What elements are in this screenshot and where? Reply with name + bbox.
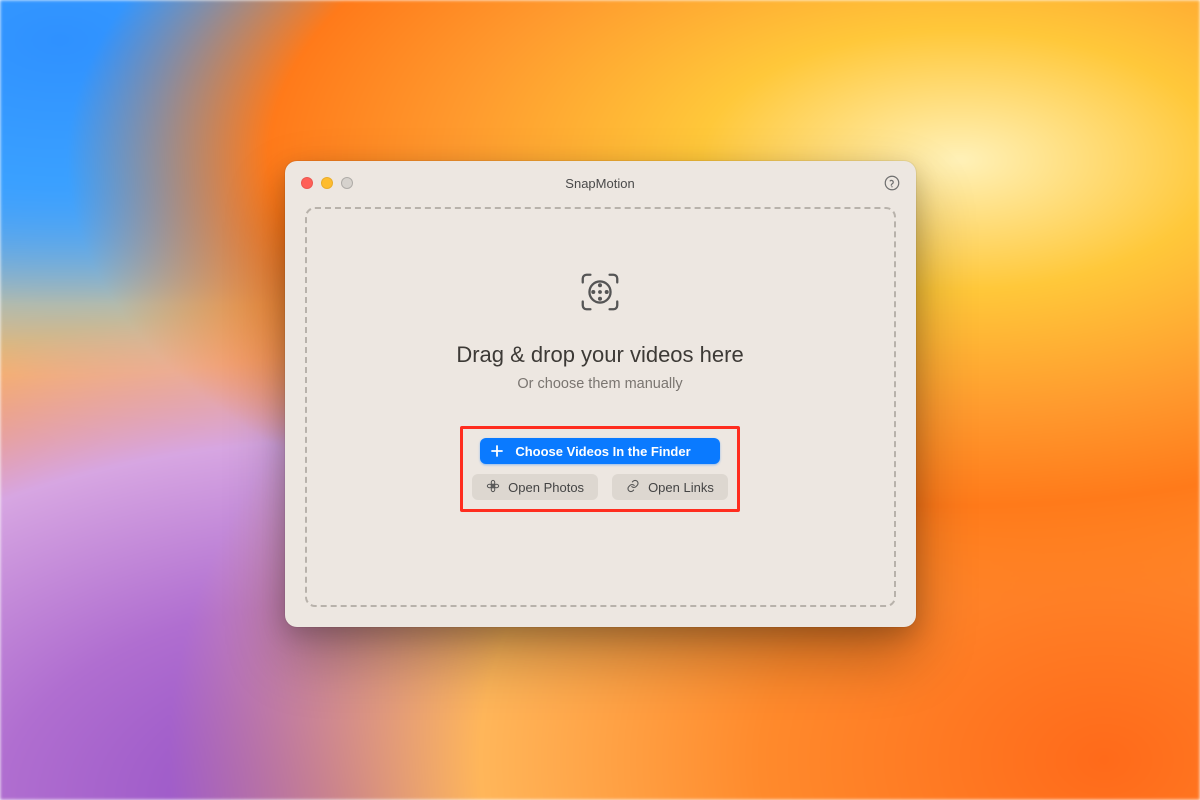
dropzone-subtitle: Or choose them manually	[517, 376, 682, 392]
open-photos-button[interactable]: Open Photos	[472, 474, 598, 500]
film-reel-capture-icon	[577, 269, 623, 320]
video-dropzone[interactable]: Drag & drop your videos here Or choose t…	[305, 207, 896, 607]
photos-app-icon	[486, 479, 500, 496]
help-button[interactable]	[882, 173, 902, 193]
open-links-button[interactable]: Open Links	[612, 474, 728, 500]
choose-videos-finder-button[interactable]: Choose Videos In the Finder	[480, 438, 720, 464]
close-window-button[interactable]	[301, 177, 313, 189]
app-window: SnapMotion	[285, 161, 916, 627]
minimize-window-button[interactable]	[321, 177, 333, 189]
open-photos-label: Open Photos	[508, 480, 584, 495]
actions-group: Choose Videos In the Finder	[472, 438, 728, 500]
titlebar: SnapMotion	[285, 161, 916, 205]
link-icon	[626, 479, 640, 496]
help-icon	[883, 174, 901, 192]
open-links-label: Open Links	[648, 480, 714, 495]
choose-videos-finder-label: Choose Videos In the Finder	[498, 444, 708, 459]
dropzone-title: Drag & drop your videos here	[456, 342, 743, 368]
window-controls	[301, 177, 353, 189]
window-title: SnapMotion	[565, 176, 634, 191]
zoom-window-button[interactable]	[341, 177, 353, 189]
